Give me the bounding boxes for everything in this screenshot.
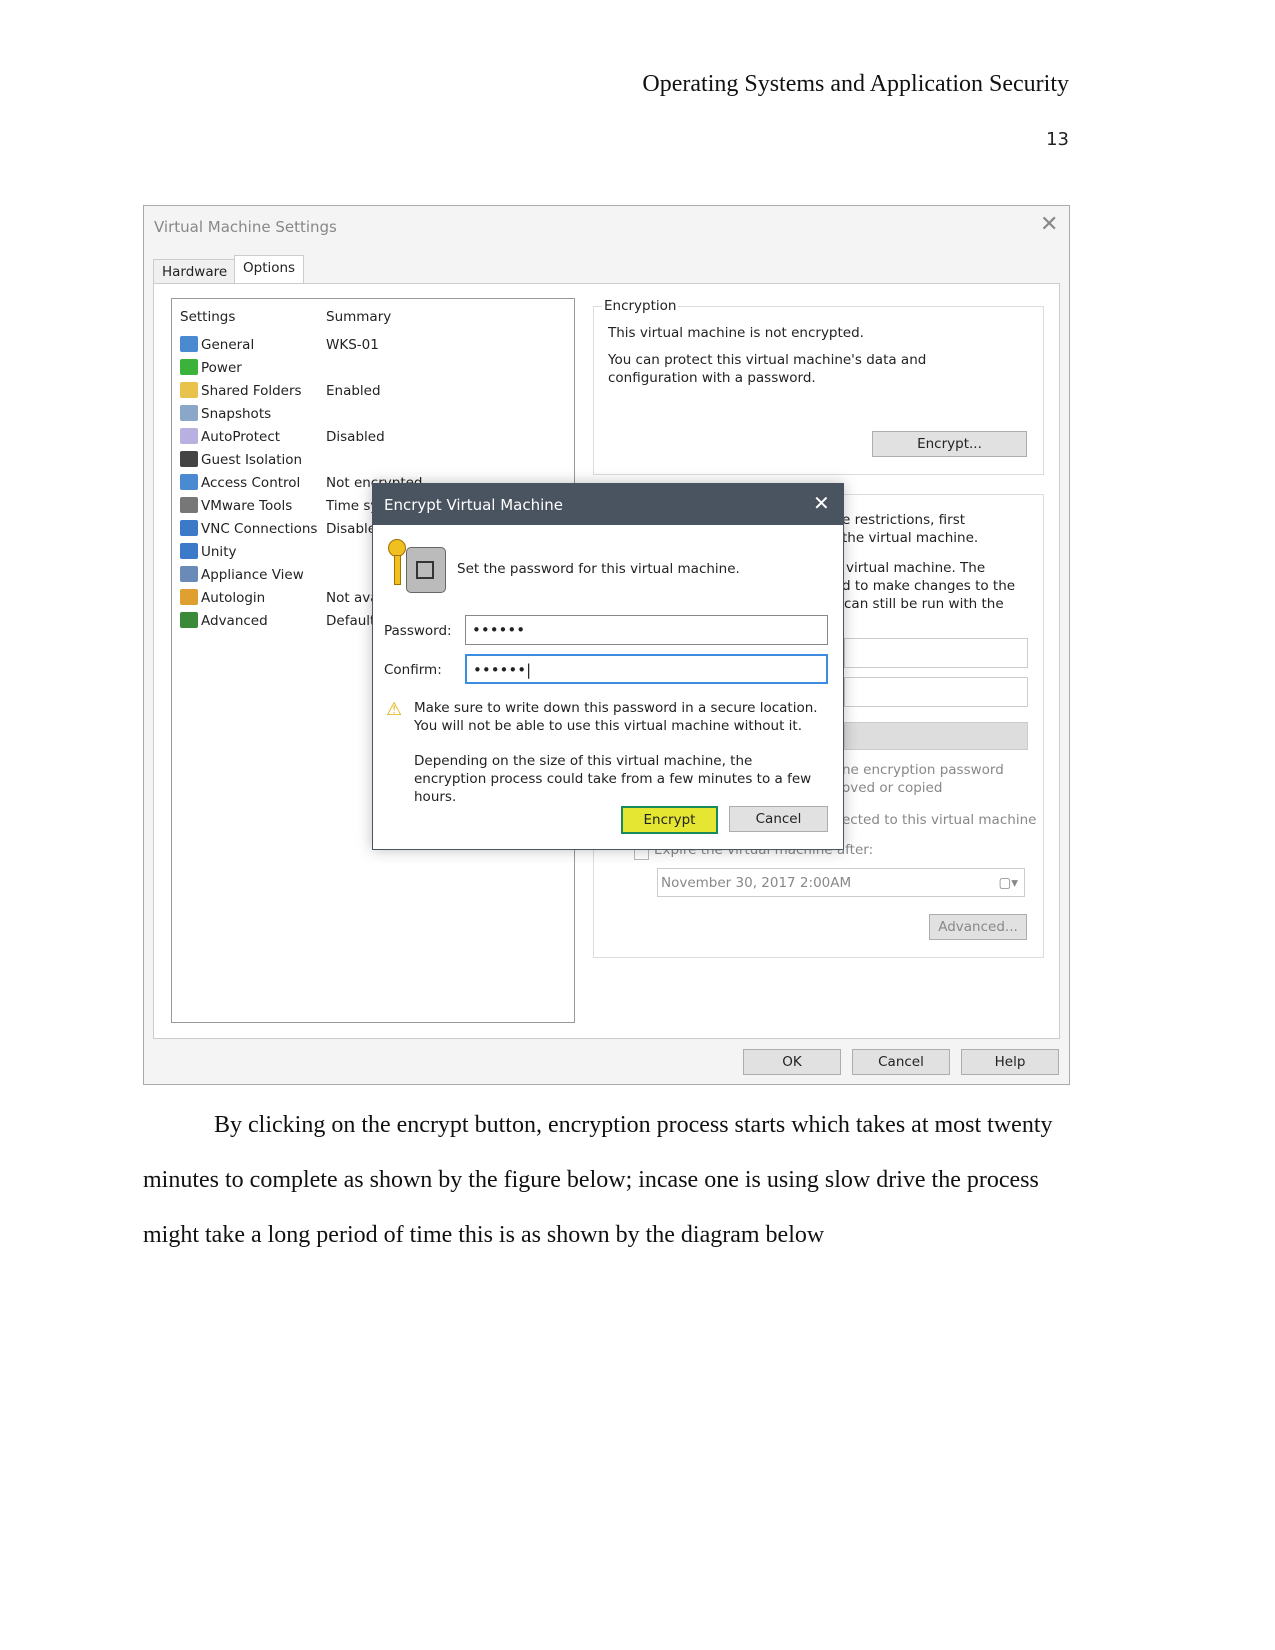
- password-input[interactable]: ••••••: [465, 615, 828, 645]
- vm-icon: [180, 497, 198, 513]
- close-icon[interactable]: ✕: [1040, 212, 1058, 237]
- access-control-icon: [180, 474, 198, 490]
- encrypt-settings-button[interactable]: Encrypt...: [872, 431, 1027, 457]
- setting-label: Appliance View: [201, 567, 304, 583]
- access-text: virtual machine. The: [846, 560, 986, 576]
- encryption-legend: Encryption: [602, 298, 679, 314]
- expire-date-field[interactable]: November 30, 2017 2:00AM ▢▾: [657, 868, 1025, 897]
- dropdown-disabled[interactable]: [844, 722, 1028, 750]
- encryption-description: You can protect this virtual machine's d…: [608, 352, 927, 386]
- setting-summary: WKS-01: [326, 337, 379, 353]
- monitor-icon: [180, 336, 198, 352]
- access-text: e restrictions, first: [842, 512, 966, 528]
- setting-label: Snapshots: [201, 406, 272, 422]
- help-button[interactable]: Help: [961, 1049, 1059, 1075]
- settings-item-power[interactable]: Power: [180, 357, 242, 379]
- dialog-close-icon[interactable]: ✕: [813, 491, 830, 515]
- settings-item-vmware-tools[interactable]: VMware Tools Time sy: [180, 495, 378, 517]
- window-title: Virtual Machine Settings: [154, 218, 337, 236]
- lock-icon: [180, 451, 198, 467]
- duration-note: Depending on the size of this virtual ma…: [414, 753, 812, 805]
- setting-label: Autologin: [201, 590, 266, 606]
- setting-summary: Enabled: [326, 383, 381, 399]
- settings-item-advanced[interactable]: Advanced Default: [180, 610, 375, 632]
- access-text: oved or copied: [842, 780, 943, 796]
- settings-header: Settings: [180, 309, 236, 325]
- key-lock-icon: [388, 539, 446, 597]
- confirm-label: Confirm:: [384, 662, 442, 678]
- confirm-input[interactable]: ••••••|: [465, 654, 828, 684]
- body-line: might take a long period of time this is…: [143, 1222, 825, 1248]
- advanced-icon: [180, 612, 198, 628]
- ok-button[interactable]: OK: [743, 1049, 841, 1075]
- setting-label: Guest Isolation: [201, 452, 303, 468]
- settings-item-unity[interactable]: Unity: [180, 541, 236, 563]
- tab-hardware[interactable]: Hardware: [153, 259, 237, 284]
- setting-label: Shared Folders: [201, 383, 302, 399]
- calendar-dropdown-icon[interactable]: ▢▾: [998, 869, 1018, 898]
- document-page: Operating Systems and Application Securi…: [0, 0, 1275, 1650]
- autoprotect-icon: [180, 428, 198, 444]
- settings-item-shared-folders[interactable]: Shared Folders Enabled: [180, 380, 381, 402]
- dialog-cancel-button[interactable]: Cancel: [729, 806, 828, 832]
- setting-summary: Default: [326, 613, 376, 629]
- setting-label: AutoProtect: [201, 429, 281, 445]
- setting-summary: Disabled: [326, 429, 385, 445]
- setting-label: Access Control: [201, 475, 301, 491]
- confirm-value: ••••••: [473, 661, 527, 679]
- settings-item-appliance-view[interactable]: Appliance View: [180, 564, 304, 586]
- encryption-status: This virtual machine is not encrypted.: [608, 325, 864, 341]
- access-text: the virtual machine.: [842, 530, 979, 546]
- user-key-icon: [180, 589, 198, 605]
- cancel-button[interactable]: Cancel: [852, 1049, 950, 1075]
- access-text: ne encryption password: [842, 762, 1004, 778]
- settings-item-general[interactable]: General WKS-01: [180, 334, 379, 356]
- setting-label: Power: [201, 360, 242, 376]
- settings-item-snapshots[interactable]: Snapshots: [180, 403, 271, 425]
- vnc-icon: [180, 520, 198, 536]
- unity-icon: [180, 543, 198, 559]
- settings-item-autoprotect[interactable]: AutoProtect Disabled: [180, 426, 385, 448]
- setting-summary: Disable: [326, 521, 377, 537]
- encrypt-dialog: Encrypt Virtual Machine ✕ Set the passwo…: [372, 483, 844, 850]
- dialog-titlebar: Encrypt Virtual Machine ✕: [373, 484, 843, 525]
- expire-date-value: November 30, 2017 2:00AM: [661, 875, 852, 891]
- access-text: ected to this virtual machine: [842, 812, 1037, 828]
- play-icon: [180, 359, 198, 375]
- setting-summary: Time sy: [326, 498, 379, 514]
- settings-item-guest-isolation[interactable]: Guest Isolation: [180, 449, 302, 471]
- snapshot-icon: [180, 405, 198, 421]
- settings-item-vnc-connections[interactable]: VNC Connections Disable: [180, 518, 376, 540]
- setting-label: VMware Tools: [201, 498, 293, 514]
- folder-icon: [180, 382, 198, 398]
- setting-label: Advanced: [201, 613, 268, 629]
- warning-icon: ⚠: [386, 699, 403, 720]
- page-number: 13: [1046, 129, 1069, 150]
- body-line: minutes to complete as shown by the figu…: [143, 1167, 1039, 1193]
- setting-label: Unity: [201, 544, 237, 560]
- dialog-prompt: Set the password for this virtual machin…: [457, 561, 740, 577]
- access-text: can still be run with the: [844, 596, 1004, 612]
- setting-summary: Not ava: [326, 590, 379, 606]
- running-head: Operating Systems and Application Securi…: [642, 71, 1069, 97]
- advanced-button[interactable]: Advanced...: [929, 914, 1027, 940]
- access-text: d to make changes to the: [842, 578, 1016, 594]
- warning-text: Make sure to write down this password in…: [414, 700, 818, 734]
- appliance-icon: [180, 566, 198, 582]
- password-field-bg[interactable]: [844, 638, 1028, 668]
- settings-item-access-control[interactable]: Access ControlNot encrypted: [180, 472, 423, 494]
- dialog-title: Encrypt Virtual Machine: [384, 496, 564, 514]
- settings-item-autologin[interactable]: Autologin Not ava: [180, 587, 378, 609]
- summary-header: Summary: [326, 309, 392, 325]
- body-line: By clicking on the encrypt button, encry…: [214, 1112, 1053, 1138]
- encryption-group: Encryption This virtual machine is not e…: [593, 298, 1044, 475]
- confirm-field-bg[interactable]: [844, 677, 1028, 707]
- setting-label: General: [201, 337, 255, 353]
- password-label: Password:: [384, 623, 452, 639]
- dialog-encrypt-button[interactable]: Encrypt: [621, 806, 718, 834]
- tab-options[interactable]: Options: [234, 255, 305, 284]
- setting-label: VNC Connections: [201, 521, 318, 537]
